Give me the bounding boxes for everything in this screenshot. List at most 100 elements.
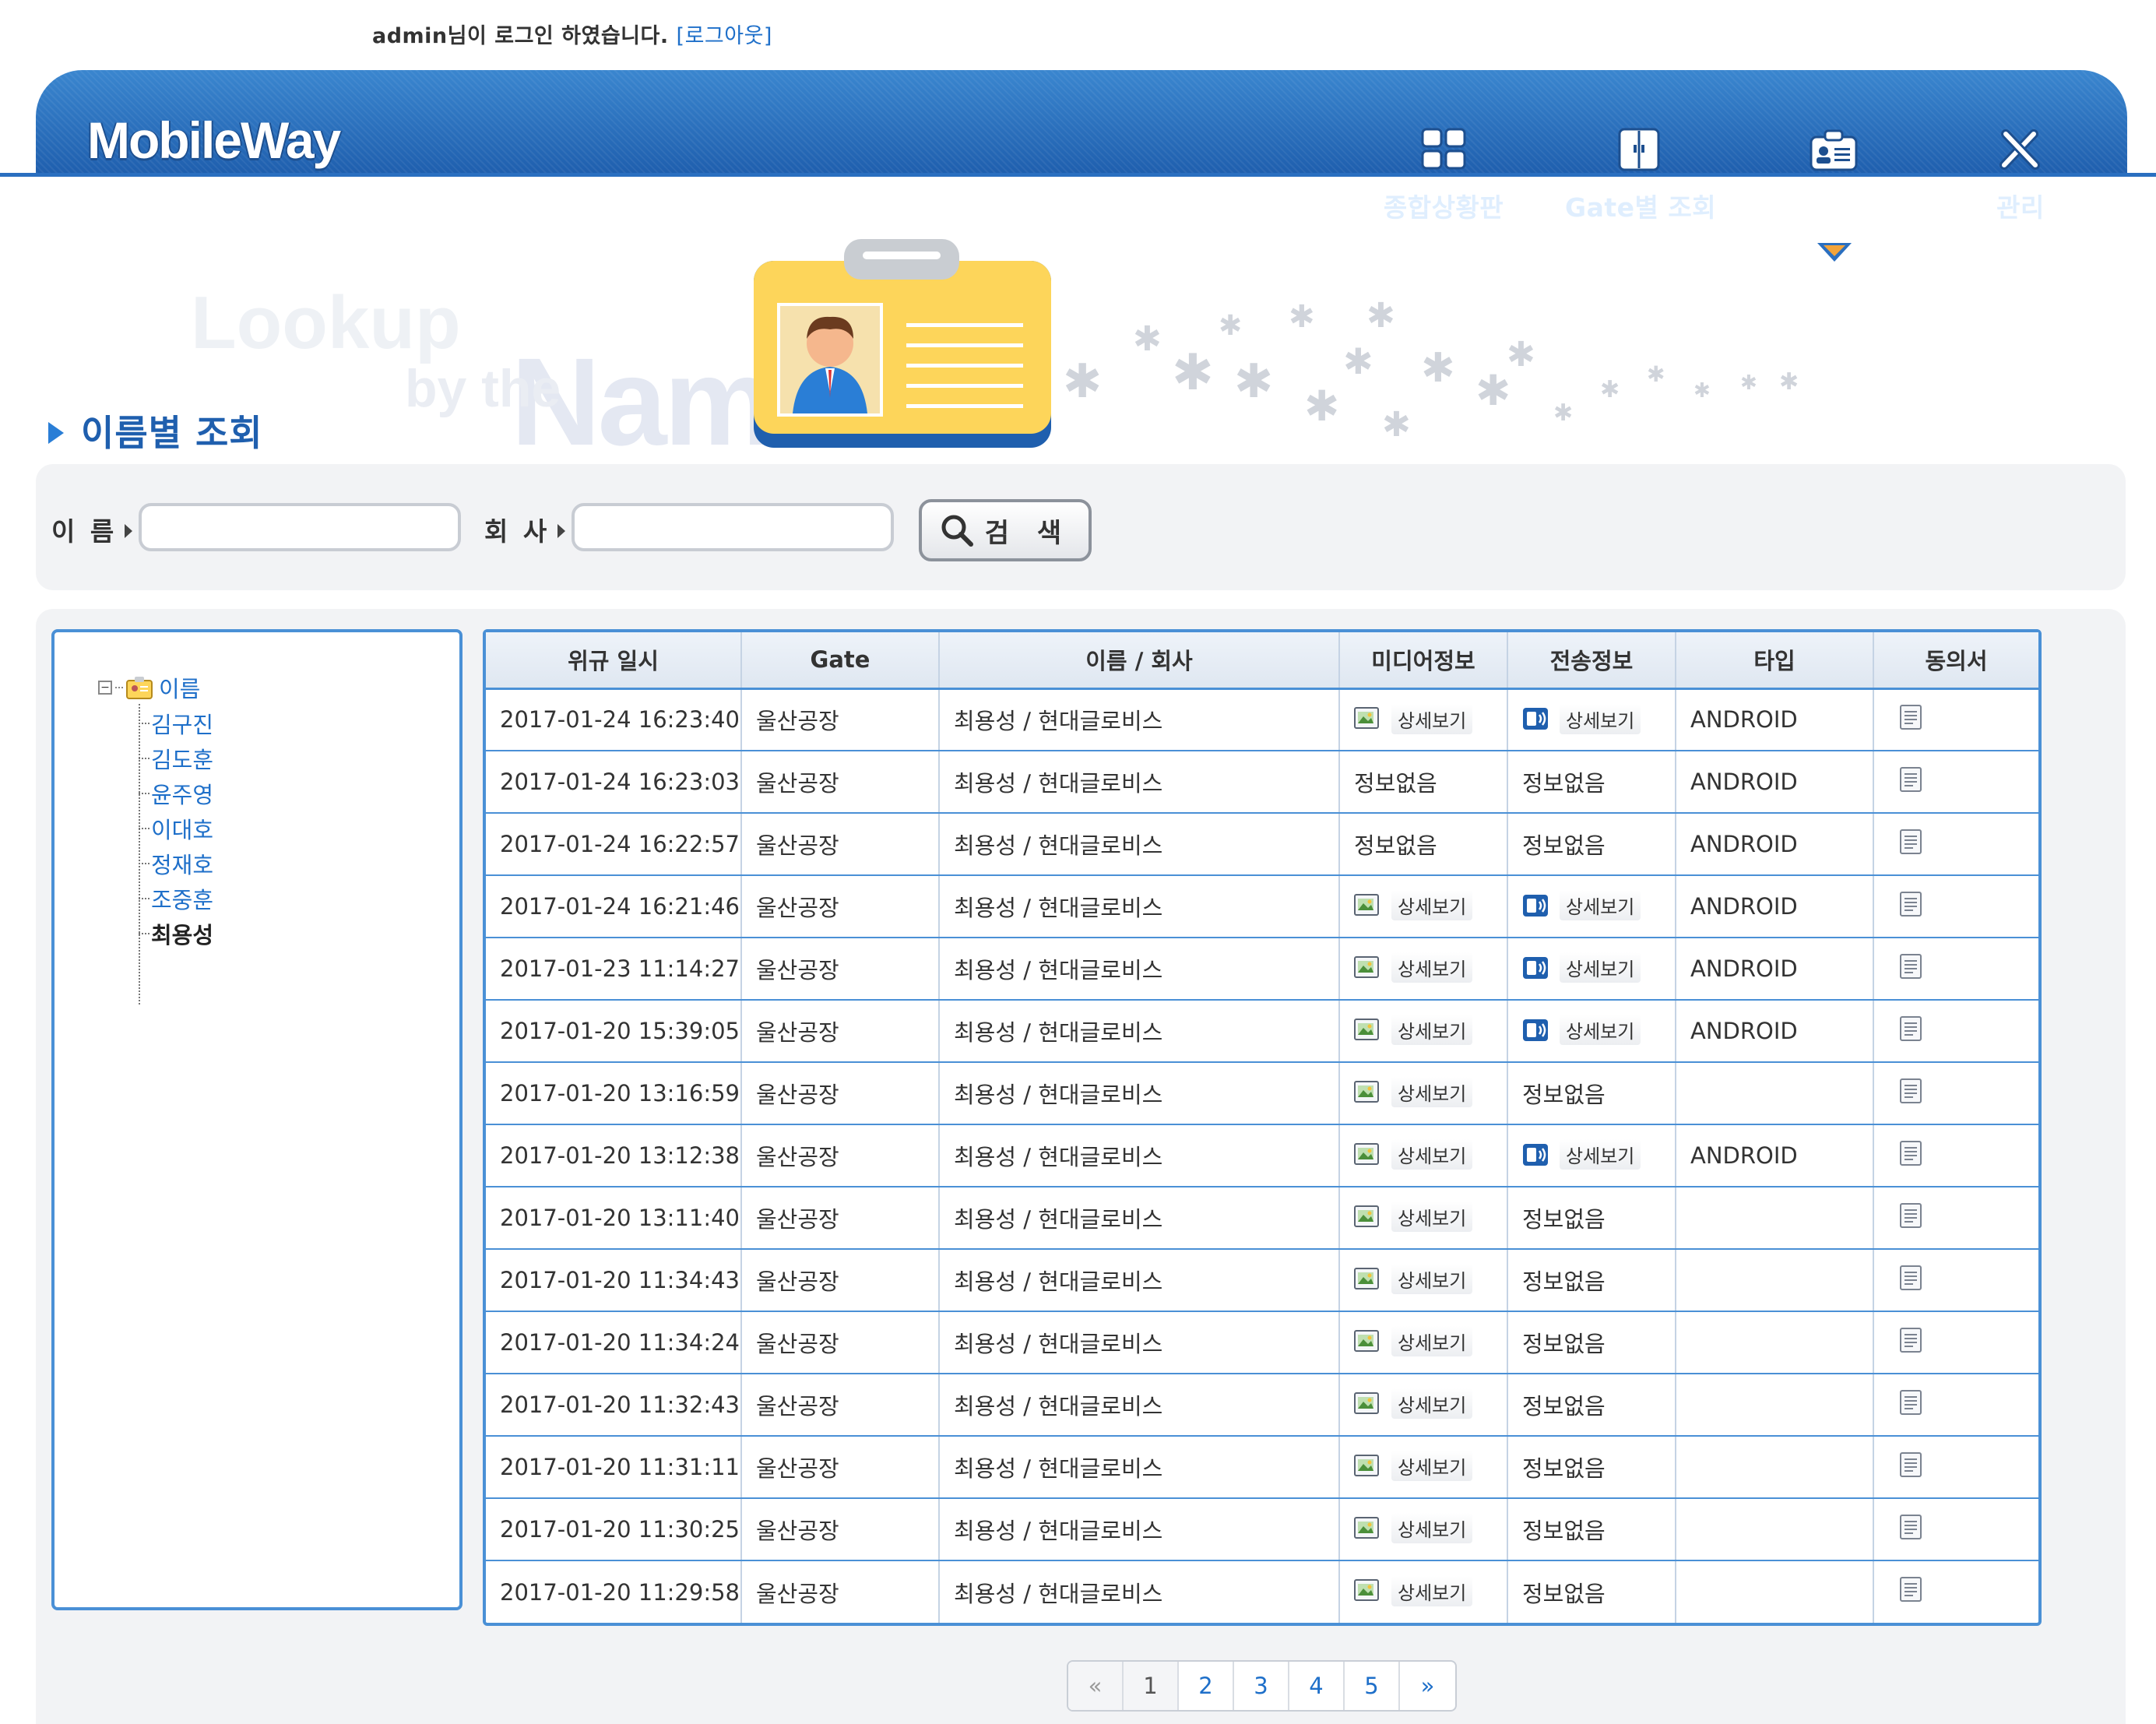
detail-label: 상세보기 bbox=[1391, 1388, 1473, 1420]
table-row[interactable]: 2017-01-20 11:29:58 울산공장 최용성 / 현대글로비스 상세보기 정… bbox=[486, 1560, 2038, 1623]
name-company-cell: 최용성 / 현대글로비스 bbox=[939, 751, 1340, 814]
tree-item-kimdohun[interactable]: 김도훈 bbox=[139, 741, 213, 776]
transfer-detail-button[interactable]: 상세보기 bbox=[1522, 703, 1641, 734]
nav-item-dashboard[interactable]: 종합상황판 bbox=[1373, 126, 1514, 235]
search-button[interactable]: 검 색 bbox=[919, 499, 1092, 561]
pagination: « 1 2 3 4 5 » bbox=[1067, 1660, 1457, 1712]
svg-text:✱: ✱ bbox=[1234, 354, 1273, 409]
table-row[interactable]: 2017-01-24 16:22:57 울산공장 최용성 / 현대글로비스 정보없음 정… bbox=[486, 813, 2038, 876]
company-input[interactable] bbox=[572, 503, 894, 551]
name-input[interactable] bbox=[139, 503, 461, 551]
table-row[interactable]: 2017-01-20 11:34:43 울산공장 최용성 / 현대글로비스 상세보기 정… bbox=[486, 1249, 2038, 1312]
consent-doc-button[interactable] bbox=[1899, 1202, 1922, 1234]
consent-cell bbox=[1873, 1124, 2038, 1187]
table-body: 2017-01-24 16:23:40 울산공장 최용성 / 현대글로비스 상세보기 상… bbox=[486, 688, 2038, 1623]
table-row[interactable]: 2017-01-24 16:23:03 울산공장 최용성 / 현대글로비스 정보없음 정… bbox=[486, 751, 2038, 814]
collapse-toggle-icon[interactable]: − bbox=[98, 681, 112, 695]
transfer-detail-button[interactable]: 상세보기 bbox=[1522, 890, 1641, 921]
datetime-cell: 2017-01-20 15:39:05 bbox=[486, 1000, 742, 1063]
datetime-cell: 2017-01-20 11:34:24 bbox=[486, 1311, 742, 1374]
search-panel: 이 름 회 사 검 색 bbox=[36, 464, 2126, 590]
table-row[interactable]: 2017-01-20 11:31:11 울산공장 최용성 / 현대글로비스 상세보기 정… bbox=[486, 1436, 2038, 1499]
page-1-button[interactable]: 1 bbox=[1124, 1662, 1179, 1710]
col-header-name-company[interactable]: 이름 / 회사 bbox=[939, 632, 1340, 690]
tree-item-yunjuyoung[interactable]: 윤주영 bbox=[139, 776, 213, 811]
consent-doc-button[interactable] bbox=[1899, 766, 1922, 798]
page-4-button[interactable]: 4 bbox=[1289, 1662, 1345, 1710]
tree-root[interactable]: − 이름 bbox=[98, 671, 200, 704]
col-header-transfer[interactable]: 전송정보 bbox=[1507, 632, 1676, 690]
media-detail-button[interactable]: 상세보기 bbox=[1354, 1326, 1473, 1357]
tree-item-leedaeho[interactable]: 이대호 bbox=[139, 811, 213, 846]
transfer-detail-button[interactable]: 상세보기 bbox=[1522, 1015, 1641, 1046]
media-detail-button[interactable]: 상세보기 bbox=[1354, 1451, 1473, 1482]
consent-doc-button[interactable] bbox=[1899, 891, 1922, 923]
nav-item-gate[interactable]: Gate별 조회 bbox=[1565, 126, 1716, 235]
page-next-button[interactable]: » bbox=[1400, 1662, 1455, 1710]
table-row[interactable]: 2017-01-24 16:23:40 울산공장 최용성 / 현대글로비스 상세보기 상… bbox=[486, 688, 2038, 751]
col-header-datetime[interactable]: 위규 일시 bbox=[486, 632, 742, 690]
table-row[interactable]: 2017-01-24 16:21:46 울산공장 최용성 / 현대글로비스 상세보기 상… bbox=[486, 875, 2038, 938]
media-detail-button[interactable]: 상세보기 bbox=[1354, 1202, 1473, 1233]
media-detail-button[interactable]: 상세보기 bbox=[1354, 1264, 1473, 1295]
col-header-type[interactable]: 타입 bbox=[1676, 632, 1874, 690]
tree-item-jungjaeho[interactable]: 정재호 bbox=[139, 846, 213, 881]
transfer-detail-button[interactable]: 상세보기 bbox=[1522, 1139, 1641, 1170]
table-row[interactable]: 2017-01-20 15:39:05 울산공장 최용성 / 현대글로비스 상세보기 상… bbox=[486, 1000, 2038, 1063]
consent-doc-button[interactable] bbox=[1899, 1078, 1922, 1110]
table-row[interactable]: 2017-01-20 11:32:43 울산공장 최용성 / 현대글로비스 상세보기 정… bbox=[486, 1374, 2038, 1437]
page-3-button[interactable]: 3 bbox=[1234, 1662, 1289, 1710]
consent-doc-button[interactable] bbox=[1899, 1015, 1922, 1047]
consent-doc-button[interactable] bbox=[1899, 1265, 1922, 1297]
table-row[interactable]: 2017-01-20 13:11:40 울산공장 최용성 / 현대글로비스 상세보기 정… bbox=[486, 1187, 2038, 1250]
col-header-gate[interactable]: Gate bbox=[741, 632, 940, 690]
media-detail-button[interactable]: 상세보기 bbox=[1354, 1015, 1473, 1046]
detail-label: 상세보기 bbox=[1391, 703, 1473, 734]
consent-doc-button[interactable] bbox=[1899, 829, 1922, 860]
nav-item-name-lookup[interactable]: 이름별 조회 bbox=[1760, 126, 1908, 235]
logo[interactable]: MobileWay bbox=[87, 111, 341, 170]
tree-item-jojunghun[interactable]: 조중훈 bbox=[139, 881, 213, 916]
page-5-button[interactable]: 5 bbox=[1345, 1662, 1400, 1710]
consent-doc-button[interactable] bbox=[1899, 1451, 1922, 1483]
media-detail-button[interactable]: 상세보기 bbox=[1354, 1139, 1473, 1170]
gate-cell: 울산공장 bbox=[741, 1311, 940, 1374]
page-prev-button[interactable]: « bbox=[1068, 1662, 1124, 1710]
transfer-detail-button[interactable]: 상세보기 bbox=[1522, 952, 1641, 983]
svg-text:✱: ✱ bbox=[1600, 376, 1620, 403]
tree-item-kimgujin[interactable]: 김구진 bbox=[139, 705, 213, 741]
detail-label: 상세보기 bbox=[1560, 952, 1641, 983]
logout-link[interactable]: [로그아웃] bbox=[677, 24, 772, 48]
col-header-media[interactable]: 미디어정보 bbox=[1339, 632, 1508, 690]
table-row[interactable]: 2017-01-20 11:30:25 울산공장 최용성 / 현대글로비스 상세보기 정… bbox=[486, 1498, 2038, 1561]
media-detail-button[interactable]: 상세보기 bbox=[1354, 703, 1473, 734]
consent-doc-button[interactable] bbox=[1899, 704, 1922, 736]
media-cell: 정보없음 bbox=[1339, 751, 1508, 814]
media-cell: 상세보기 bbox=[1339, 1374, 1508, 1437]
type-cell: ANDROID bbox=[1676, 1124, 1874, 1187]
table-row[interactable]: 2017-01-23 11:14:27 울산공장 최용성 / 현대글로비스 상세보기 상… bbox=[486, 938, 2038, 1001]
id-badge-icon bbox=[1810, 129, 1858, 171]
consent-doc-button[interactable] bbox=[1899, 1389, 1922, 1421]
consent-doc-button[interactable] bbox=[1899, 1576, 1922, 1608]
consent-doc-button[interactable] bbox=[1899, 953, 1922, 985]
media-detail-button[interactable]: 상세보기 bbox=[1354, 890, 1473, 921]
image-media-icon bbox=[1354, 955, 1379, 978]
tree-item-choiyongsung[interactable]: 최용성 bbox=[139, 916, 213, 951]
col-header-consent[interactable]: 동의서 bbox=[1873, 632, 2038, 690]
name-company-cell: 최용성 / 현대글로비스 bbox=[939, 938, 1340, 1001]
nav-item-admin[interactable]: 관리 bbox=[1962, 126, 2079, 235]
media-detail-button[interactable]: 상세보기 bbox=[1354, 1575, 1473, 1606]
consent-doc-button[interactable] bbox=[1899, 1514, 1922, 1546]
media-detail-button[interactable]: 상세보기 bbox=[1354, 1513, 1473, 1544]
page-2-button[interactable]: 2 bbox=[1179, 1662, 1234, 1710]
media-detail-button[interactable]: 상세보기 bbox=[1354, 952, 1473, 983]
table-row[interactable]: 2017-01-20 13:12:38 울산공장 최용성 / 현대글로비스 상세보기 상… bbox=[486, 1124, 2038, 1187]
media-detail-button[interactable]: 상세보기 bbox=[1354, 1077, 1473, 1108]
consent-doc-button[interactable] bbox=[1899, 1140, 1922, 1172]
consent-doc-button[interactable] bbox=[1899, 1327, 1922, 1359]
table-row[interactable]: 2017-01-20 13:16:59 울산공장 최용성 / 현대글로비스 상세보기 정… bbox=[486, 1062, 2038, 1125]
table-row[interactable]: 2017-01-20 11:34:24 울산공장 최용성 / 현대글로비스 상세보기 정… bbox=[486, 1311, 2038, 1374]
media-detail-button[interactable]: 상세보기 bbox=[1354, 1388, 1473, 1420]
gate-cell: 울산공장 bbox=[741, 1062, 940, 1125]
